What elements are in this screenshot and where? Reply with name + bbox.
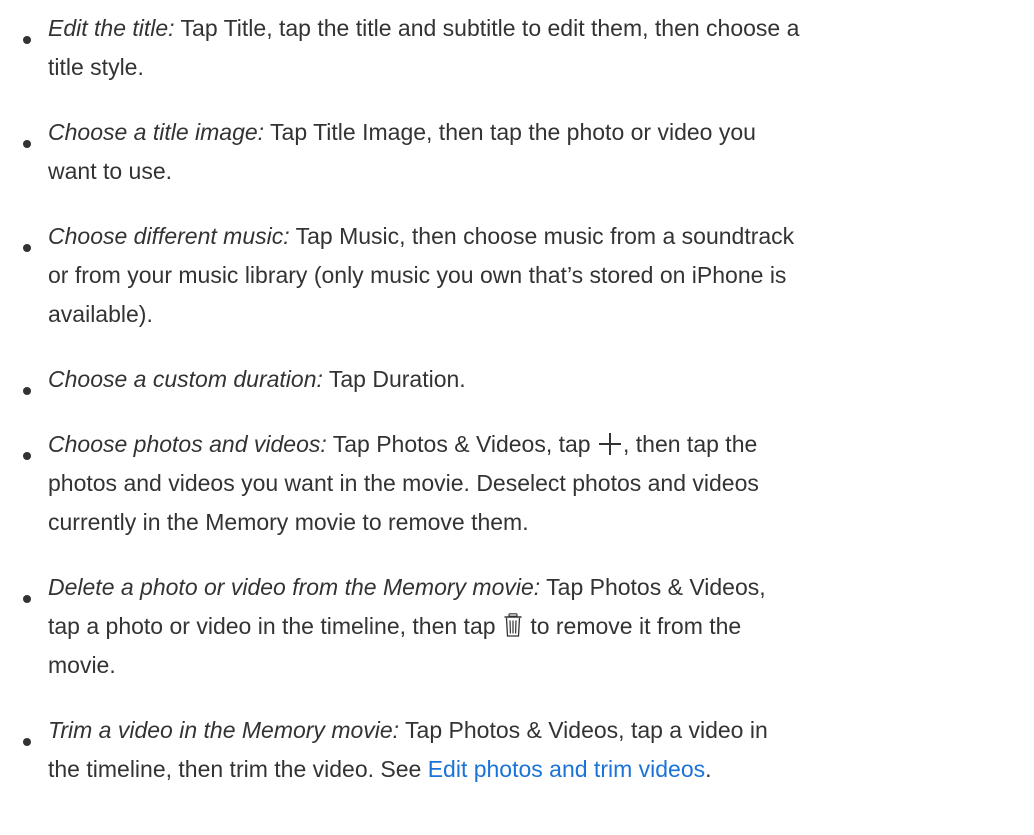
item-text: movie. <box>48 652 116 678</box>
item-text: want to use. <box>48 158 173 184</box>
item-text: , then tap the <box>623 431 758 457</box>
item-line: photos and videos you want in the movie.… <box>48 468 759 498</box>
item-text: . <box>705 756 712 782</box>
item-line: movie. <box>48 650 116 680</box>
item-line: Choose photos and videos: Tap Photos & V… <box>48 429 757 459</box>
item-line: Choose a title image: Tap Title Image, t… <box>48 117 756 147</box>
plus-icon <box>599 433 621 455</box>
item-line: Delete a photo or video from the Memory … <box>48 572 766 602</box>
item-text: the timeline, then trim the video. See <box>48 756 428 782</box>
bullet-dot <box>23 140 31 148</box>
trash-icon <box>504 613 522 644</box>
item-text: Tap Title Image, then tap the photo or v… <box>264 119 756 145</box>
item-line: currently in the Memory movie to remove … <box>48 507 529 537</box>
item-text: currently in the Memory movie to remove … <box>48 509 529 535</box>
item-line: title style. <box>48 52 144 82</box>
item-text: tap a photo or video in the timeline, th… <box>48 613 496 639</box>
item-line: tap a photo or video in the timeline, th… <box>48 611 741 641</box>
item-text: photos and videos you want in the movie.… <box>48 470 759 496</box>
edit-photos-link[interactable]: Edit photos and trim videos <box>428 756 705 782</box>
item-lead: Delete a photo or video from the Memory … <box>48 574 541 600</box>
item-text: Tap Music, then choose music from a soun… <box>289 223 795 249</box>
item-line: available). <box>48 299 153 329</box>
bullet-dot <box>23 452 31 460</box>
item-lead: Choose different music: <box>48 223 290 249</box>
bullet-dot <box>23 244 31 252</box>
document-content: Edit the title: Tap Title, tap the title… <box>0 0 1034 835</box>
item-text: available). <box>48 301 153 327</box>
item-text: Tap Photos & Videos, <box>540 574 766 600</box>
bullet-dot <box>23 738 31 746</box>
item-line: the timeline, then trim the video. See E… <box>48 754 712 784</box>
item-text: to remove it from the <box>530 613 742 639</box>
item-line: Edit the title: Tap Title, tap the title… <box>48 13 799 43</box>
item-text: or from your music library (only music y… <box>48 262 787 288</box>
item-lead: Choose photos and videos: <box>48 431 327 457</box>
item-line: Trim a video in the Memory movie: Tap Ph… <box>48 715 768 745</box>
item-text: title style. <box>48 54 144 80</box>
item-lead: Trim a video in the Memory movie: <box>48 717 400 743</box>
bullet-dot <box>23 36 31 44</box>
item-text: Tap Photos & Videos, tap a video in <box>399 717 768 743</box>
item-line: Choose different music: Tap Music, then … <box>48 221 794 251</box>
item-line: or from your music library (only music y… <box>48 260 786 290</box>
item-line: Choose a custom duration: Tap Duration. <box>48 364 466 394</box>
item-lead: Edit the title: <box>48 15 175 41</box>
item-line: want to use. <box>48 156 172 186</box>
bullet-dot <box>23 595 31 603</box>
item-text: Tap Title, tap the title and subtitle to… <box>174 15 800 41</box>
bullet-dot <box>23 387 31 395</box>
item-text: Tap Duration. <box>322 366 466 392</box>
item-text: Tap Photos & Videos, tap <box>326 431 591 457</box>
item-lead: Choose a custom duration: <box>48 366 323 392</box>
item-lead: Choose a title image: <box>48 119 265 145</box>
